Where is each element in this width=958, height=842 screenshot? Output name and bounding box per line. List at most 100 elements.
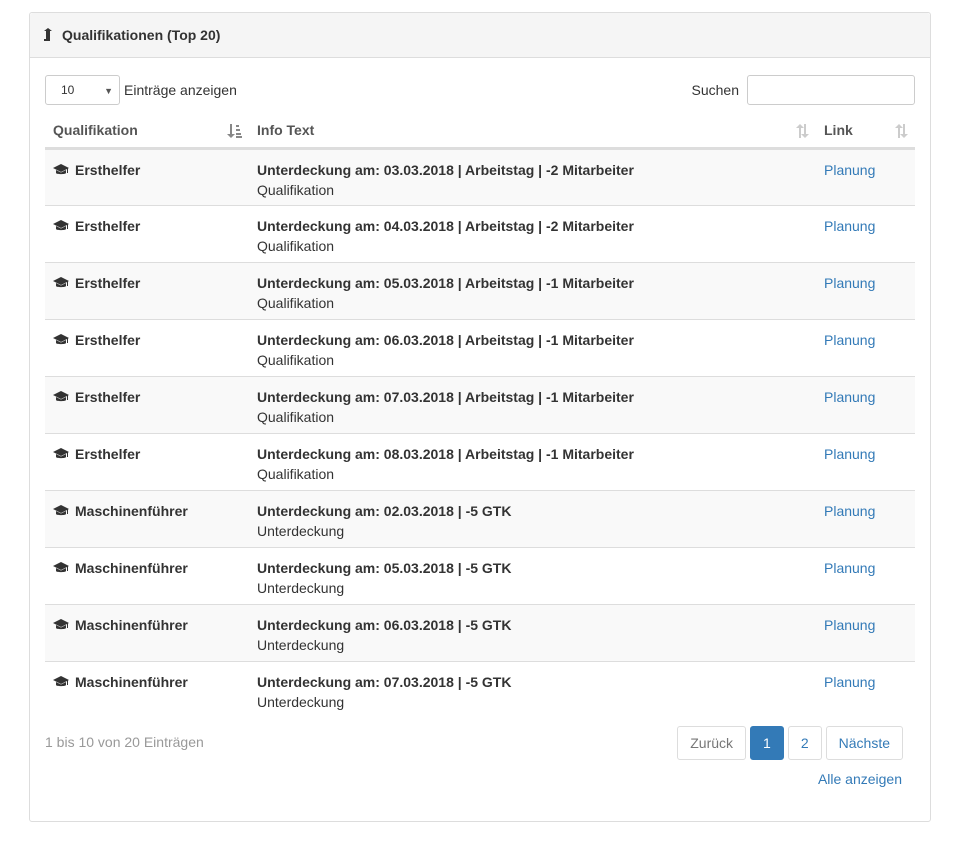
cell-link: Planung: [816, 261, 915, 319]
column-header-label: Info Text: [257, 122, 315, 139]
show-all-link[interactable]: Alle anzeigen: [818, 771, 902, 787]
cell-info-text: Unterdeckung am: 05.03.2018 | -5 GTK Unte…: [249, 546, 816, 604]
planung-link[interactable]: Planung: [824, 389, 875, 405]
qualification-name: Ersthelfer: [75, 388, 141, 405]
cell-qualification: Maschinenführer: [45, 546, 249, 604]
planung-link[interactable]: Planung: [824, 332, 875, 348]
info-title: Unterdeckung am: 07.03.2018 | -5 GTK: [257, 673, 512, 690]
qualification-name: Ersthelfer: [75, 217, 141, 234]
info-title: Unterdeckung am: 02.03.2018 | -5 GTK: [257, 502, 512, 519]
search-label: Suchen: [691, 81, 739, 98]
previous-page-button[interactable]: Zurück: [677, 726, 747, 760]
qualification: Ersthelfer: [53, 216, 241, 236]
cell-info-text: Unterdeckung am: 02.03.2018 | -5 GTK Unte…: [249, 489, 816, 547]
info-subtitle: Unterdeckung: [257, 693, 345, 710]
graduation-cap-icon: [53, 163, 69, 176]
qualification: Maschinenführer: [53, 672, 241, 692]
table-row: Maschinenführer Unterdeckung am: 07.03.20…: [45, 660, 915, 718]
table-row: Maschinenführer Unterdeckung am: 05.03.20…: [45, 546, 915, 604]
info-title: Unterdeckung am: 06.03.2018 | Arbeitstag…: [257, 331, 634, 348]
planung-link[interactable]: Planung: [824, 446, 875, 462]
table-info: 1 bis 10 von 20 Einträgen: [45, 734, 204, 750]
sort-both-icon: [895, 124, 909, 138]
planung-link[interactable]: Planung: [824, 162, 875, 178]
cell-info-text: Unterdeckung am: 07.03.2018 | -5 GTK Unte…: [249, 660, 816, 718]
cell-qualification: Ersthelfer: [45, 148, 249, 205]
planung-link[interactable]: Planung: [824, 503, 875, 519]
panel-title: Qualifikationen (Top 20): [62, 27, 221, 43]
entries-select-value: 10: [61, 82, 75, 97]
table-row: Ersthelfer Unterdeckung am: 03.03.2018 | …: [45, 148, 915, 205]
graduation-cap-icon: [53, 675, 69, 688]
column-header-label: Qualifikation: [53, 122, 138, 139]
page-button-1[interactable]: 1: [750, 726, 784, 760]
column-header-label: Link: [824, 122, 853, 139]
planung-link[interactable]: Planung: [824, 275, 875, 291]
column-header-link[interactable]: Link: [816, 114, 915, 150]
qualification: Ersthelfer: [53, 273, 241, 293]
qualification-name: Maschinenführer: [75, 673, 188, 690]
table-row: Ersthelfer Unterdeckung am: 04.03.2018 | …: [45, 204, 915, 262]
column-header-info-text[interactable]: Info Text: [249, 114, 816, 150]
column-header-qualifikation[interactable]: Qualifikation: [45, 114, 249, 150]
cell-info-text: Unterdeckung am: 04.03.2018 | Arbeitstag…: [249, 204, 816, 262]
entries-select[interactable]: 10 ▼: [45, 74, 120, 105]
table-row: Maschinenführer Unterdeckung am: 06.03.20…: [45, 603, 915, 661]
qualifications-panel: Qualifikationen (Top 20) 10 ▼ Einträge a…: [29, 12, 931, 822]
qualification-name: Ersthelfer: [75, 161, 141, 178]
qualification-name: Maschinenführer: [75, 502, 188, 519]
table-row: Ersthelfer Unterdeckung am: 07.03.2018 | …: [45, 375, 915, 433]
table-body: Ersthelfer Unterdeckung am: 03.03.2018 | …: [45, 148, 915, 718]
planung-link[interactable]: Planung: [824, 617, 875, 633]
qualification: Ersthelfer: [53, 330, 241, 350]
planung-link[interactable]: Planung: [824, 560, 875, 576]
cell-info-text: Unterdeckung am: 03.03.2018 | Arbeitstag…: [249, 148, 816, 205]
planung-link[interactable]: Planung: [824, 218, 875, 234]
cell-qualification: Maschinenführer: [45, 489, 249, 547]
info-subtitle: Qualifikation: [257, 465, 335, 482]
info-subtitle: Qualifikation: [257, 408, 335, 425]
info-title: Unterdeckung am: 06.03.2018 | -5 GTK: [257, 616, 512, 633]
level-up-icon: [44, 27, 58, 43]
chevron-down-icon: ▼: [104, 85, 113, 96]
sort-asc-icon: [227, 124, 243, 138]
qualification: Ersthelfer: [53, 160, 241, 180]
length-control: 10 ▼ Einträge anzeigen: [45, 74, 237, 105]
info-title: Unterdeckung am: 05.03.2018 | Arbeitstag…: [257, 274, 634, 291]
info-subtitle: Qualifikation: [257, 237, 335, 254]
qualification-name: Ersthelfer: [75, 331, 141, 348]
info-subtitle: Unterdeckung: [257, 579, 345, 596]
planung-link[interactable]: Planung: [824, 674, 875, 690]
qualification: Maschinenführer: [53, 501, 241, 521]
sort-both-icon: [796, 124, 810, 138]
graduation-cap-icon: [53, 219, 69, 232]
info-subtitle: Qualifikation: [257, 181, 335, 198]
qualification-name: Maschinenführer: [75, 616, 188, 633]
cell-qualification: Ersthelfer: [45, 432, 249, 490]
cell-qualification: Ersthelfer: [45, 204, 249, 262]
graduation-cap-icon: [53, 447, 69, 460]
page-button-2[interactable]: 2: [787, 726, 822, 760]
next-page-button[interactable]: Nächste: [825, 726, 903, 760]
table-row: Ersthelfer Unterdeckung am: 08.03.2018 | …: [45, 432, 915, 490]
cell-link: Planung: [816, 432, 915, 490]
search-input[interactable]: [747, 74, 915, 105]
cell-qualification: Ersthelfer: [45, 261, 249, 319]
info-subtitle: Unterdeckung: [257, 636, 345, 653]
qualification: Maschinenführer: [53, 558, 241, 578]
pagination: Zurück 1 2 Nächste: [673, 726, 903, 760]
graduation-cap-icon: [53, 504, 69, 517]
cell-qualification: Maschinenführer: [45, 660, 249, 718]
graduation-cap-icon: [53, 618, 69, 631]
info-title: Unterdeckung am: 07.03.2018 | Arbeitstag…: [257, 388, 634, 405]
qualification-name: Ersthelfer: [75, 274, 141, 291]
cell-link: Planung: [816, 546, 915, 604]
qualifications-table: Qualifikation Info Text Link Ersthelfer …: [45, 114, 915, 718]
cell-link: Planung: [816, 375, 915, 433]
graduation-cap-icon: [53, 561, 69, 574]
cell-link: Planung: [816, 603, 915, 661]
table-row: Ersthelfer Unterdeckung am: 05.03.2018 | …: [45, 261, 915, 319]
cell-qualification: Maschinenführer: [45, 603, 249, 661]
cell-link: Planung: [816, 489, 915, 547]
cell-info-text: Unterdeckung am: 06.03.2018 | Arbeitstag…: [249, 318, 816, 376]
